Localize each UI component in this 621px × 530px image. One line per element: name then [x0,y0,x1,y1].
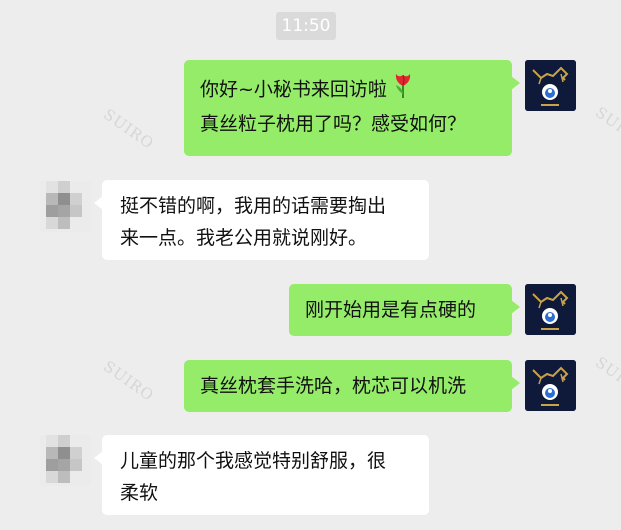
message-line: 柔软 [120,482,159,504]
brand-logo-icon [525,60,576,111]
message-line: 真丝枕套手洗哈，枕芯可以机洗 [200,375,467,397]
message-line: 挺不错的啊，我用的话需要掏出 [120,195,387,217]
watermark: SUIRO [592,103,621,151]
avatar-brand[interactable] [525,284,576,335]
watermark: SUIRO [100,357,158,405]
message-bubble-incoming[interactable]: 儿童的那个我感觉特别舒服，很 柔软 [94,435,429,515]
timestamp: 11:50 [276,12,336,40]
message-bubble-outgoing[interactable]: 你好~小秘书来回访啦 真丝粒子枕用了吗？感受如何？ [184,60,520,156]
message-line: 来一点。我老公用就说刚好。 [120,227,368,249]
avatar-brand[interactable] [525,360,576,411]
message-bubble-incoming[interactable]: 挺不错的啊，我用的话需要掏出 来一点。我老公用就说刚好。 [94,180,429,260]
brand-logo-icon [525,284,576,335]
message-line: 你好~小秘书来回访啦 [200,72,496,108]
watermark: SUIRO [592,353,621,401]
message-bubble-outgoing[interactable]: 真丝枕套手洗哈，枕芯可以机洗 [184,360,520,412]
message-line: 刚开始用是有点硬的 [305,299,477,321]
avatar-brand[interactable] [525,60,576,111]
message-line: 儿童的那个我感觉特别舒服，很 [120,450,387,472]
message-bubble-outgoing[interactable]: 刚开始用是有点硬的 [289,284,520,336]
avatar-user[interactable] [40,181,91,232]
avatar-user[interactable] [40,435,91,486]
user-avatar-icon [40,435,91,486]
user-avatar-icon [40,181,91,232]
watermark: SUIRO [100,105,158,153]
message-line: 真丝粒子枕用了吗？感受如何？ [200,113,467,135]
tulip-icon [393,72,413,108]
brand-logo-icon [525,360,576,411]
